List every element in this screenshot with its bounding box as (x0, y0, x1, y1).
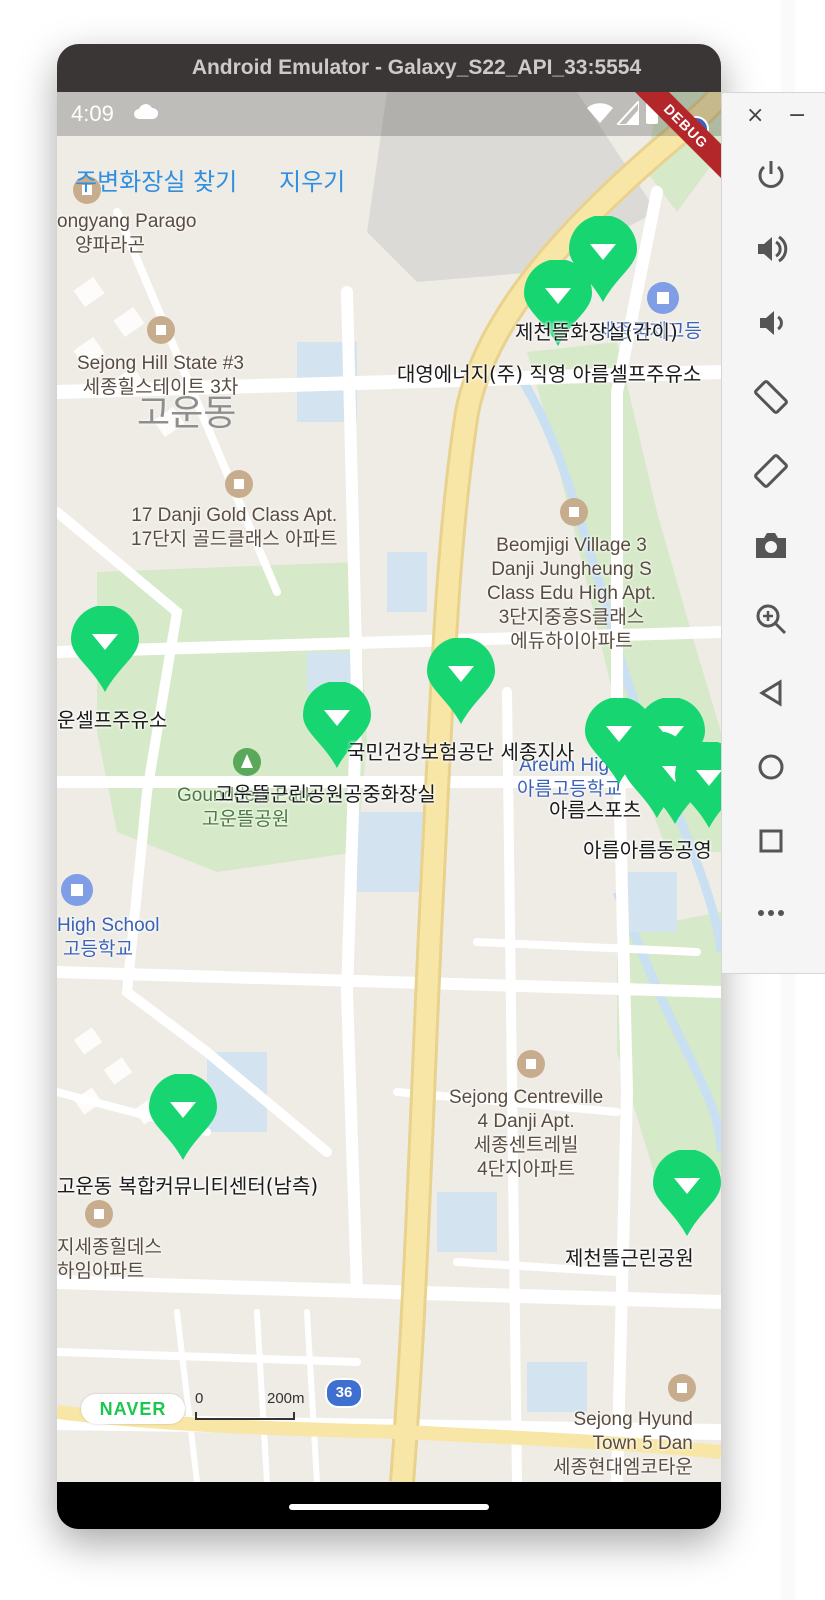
volume-down-icon[interactable] (751, 303, 791, 343)
place-label: Beomjigi Village 3 Danji Jungheung S Class… (487, 535, 656, 652)
scale-start: 0 (195, 1390, 204, 1407)
camera-icon[interactable] (751, 525, 791, 565)
marker-caption: 고운동 복합커뮤니티센터(남측) (57, 1174, 319, 1198)
marker-caption: 아름아름동공영 (583, 838, 712, 862)
map-scale: 0 200m (195, 1390, 315, 1420)
marker-caption: 아름스포츠 (549, 798, 641, 822)
cloud-icon (134, 104, 159, 119)
scale-end: 200m (267, 1390, 305, 1407)
close-icon[interactable]: × (746, 103, 764, 128)
navigation-bar (57, 1482, 721, 1529)
marker-caption: 고운뜰근린공원공중화장실 (215, 782, 436, 806)
toilet-marker[interactable] (71, 606, 139, 694)
minimize-icon[interactable]: − (788, 103, 806, 128)
status-time: 4:09 (71, 101, 114, 126)
rotate-right-icon[interactable] (751, 451, 791, 491)
marker-caption: 제천뜰화장실(간이) (515, 320, 678, 344)
home-gesture-pill[interactable] (289, 1504, 489, 1510)
place-label: Sejong Hill State #3 세종힐스테이트 3차 (77, 353, 244, 398)
toilet-marker[interactable] (675, 742, 721, 830)
home-icon[interactable] (751, 747, 791, 787)
place-label: High School 고등학교 (57, 915, 160, 960)
place-label: Sejong Hyund Town 5 Dan 세종현대엠코타운 (553, 1409, 693, 1478)
naver-logo: NAVER (81, 1394, 185, 1424)
marker-caption: 운셀프주유소 (57, 708, 168, 732)
wifi-icon (587, 103, 613, 123)
marker-caption: 대영에너지(주) 직영 아름셀프주유소 (397, 362, 702, 386)
rotate-left-icon[interactable] (751, 377, 791, 417)
device-screen[interactable]: 고운동 ongyang Parago 양파라곤 Sejong Hill State… (57, 92, 721, 1482)
power-icon[interactable] (751, 155, 791, 195)
route-number-badge: 36 (325, 1378, 363, 1408)
volume-up-icon[interactable] (751, 229, 791, 269)
place-label: Sejong Centreville 4 Danji Apt. 세종센트레빌 4단지아… (449, 1087, 604, 1180)
place-label: 지세종힐데스 하임아파트 (57, 1237, 162, 1282)
signal-icon (617, 101, 639, 125)
place-label: ongyang Parago 양파라곤 (57, 211, 197, 256)
back-icon[interactable] (751, 673, 791, 713)
marker-caption: 제천뜰근린공원 (565, 1246, 694, 1270)
toilet-marker[interactable] (149, 1074, 217, 1162)
status-bar: 4:09 1 (57, 92, 721, 142)
toilet-marker[interactable] (427, 638, 495, 726)
emulator-window: Android Emulator - Galaxy_S22_API_33:555… (57, 44, 721, 1529)
find-toilets-button[interactable]: 주변화장실 찾기 (75, 162, 237, 197)
emulator-titlebar: Android Emulator - Galaxy_S22_API_33:555… (57, 44, 721, 92)
emulator-side-panel: × − (721, 92, 825, 974)
clear-button[interactable]: 지우기 (279, 162, 345, 197)
place-label: 17 Danji Gold Class Apt. 17단지 골드클래스 아파트 (131, 505, 338, 550)
map-toolbar: 주변화장실 찾기 지우기 (57, 162, 721, 202)
window-title: Android Emulator - Galaxy_S22_API_33:555… (191, 56, 642, 79)
scale-line (195, 1412, 295, 1420)
overview-icon[interactable] (751, 821, 791, 861)
toilet-marker[interactable] (653, 1150, 721, 1238)
more-icon[interactable] (751, 893, 791, 933)
zoom-icon[interactable] (751, 599, 791, 639)
marker-caption: 국민건강보험공단 세종지사 (347, 740, 575, 764)
